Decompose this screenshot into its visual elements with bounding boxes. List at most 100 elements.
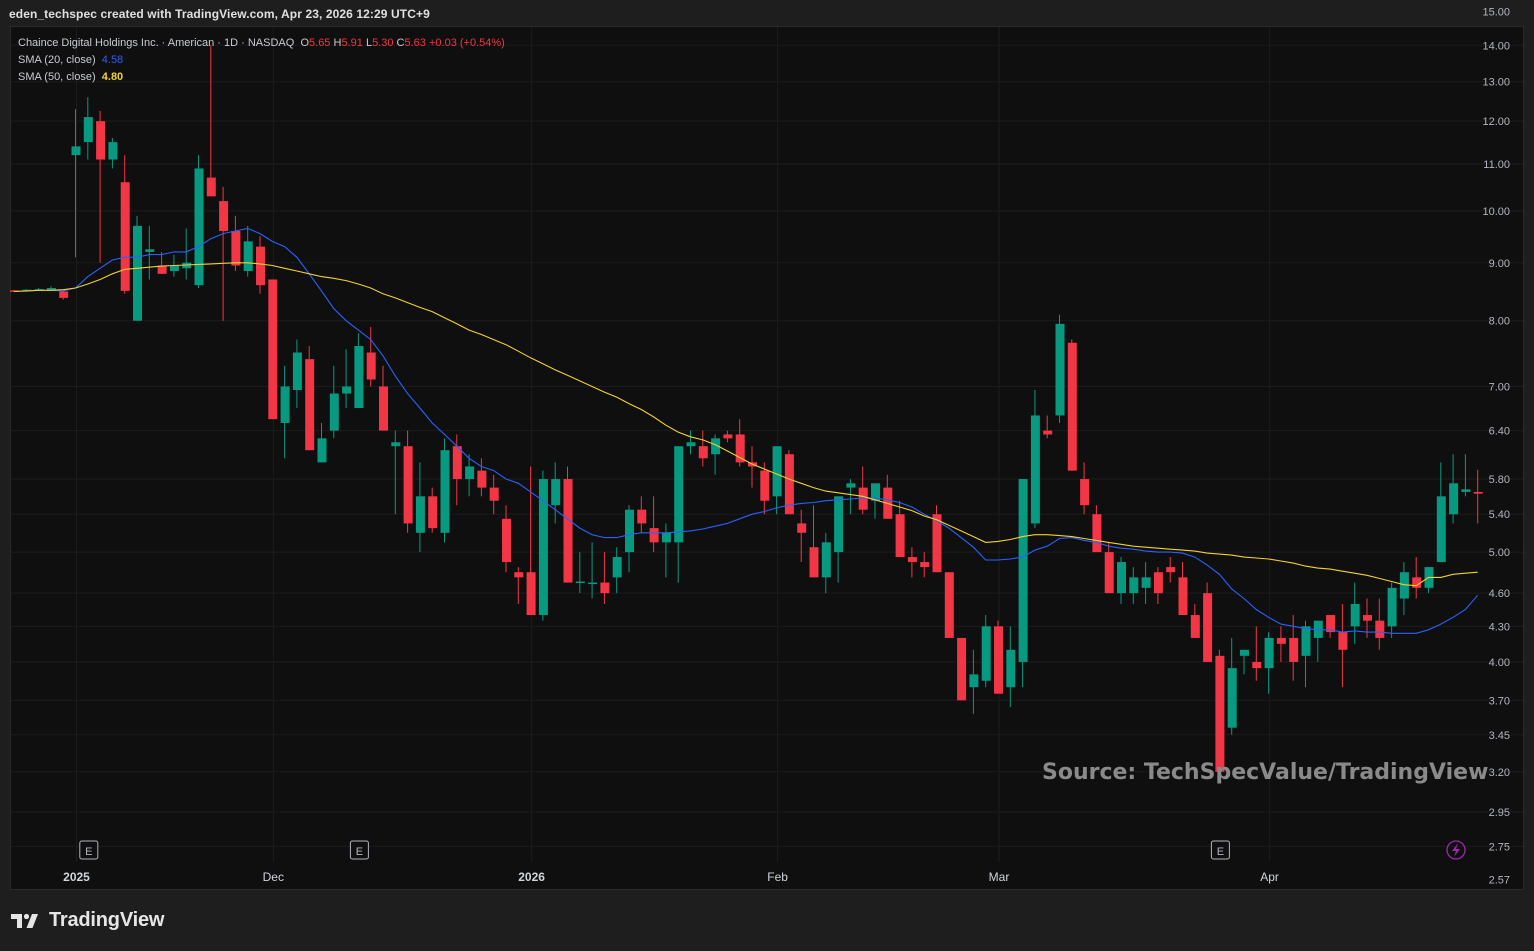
candle-body xyxy=(502,518,511,563)
candle-body xyxy=(661,532,671,543)
candle-body xyxy=(797,523,807,533)
candle-body xyxy=(1104,552,1114,594)
candle-body xyxy=(686,442,696,447)
candle-body xyxy=(649,528,659,543)
candle-body xyxy=(96,121,106,160)
y-tick-label: 2.57 xyxy=(1489,875,1510,887)
candle-body xyxy=(1264,637,1274,669)
candle-body xyxy=(1301,626,1311,656)
footer-bar xyxy=(0,890,1534,951)
open-label: O xyxy=(300,37,310,49)
candle-body xyxy=(83,117,93,143)
candle-body xyxy=(477,470,487,488)
y-tick-label: 6.40 xyxy=(1489,426,1510,438)
candle-body xyxy=(846,483,856,488)
legend-symbol-row: Chaince Digital Holdings Inc. · American… xyxy=(18,35,505,52)
candle-body xyxy=(280,386,290,423)
y-tick-label: 5.40 xyxy=(1489,509,1510,521)
x-tick-label: Apr xyxy=(1260,870,1279,884)
symbol-name[interactable]: Chaince Digital Holdings Inc. · American… xyxy=(18,37,294,49)
candle-body xyxy=(1018,479,1028,662)
candle-body xyxy=(145,249,155,252)
candle-body xyxy=(71,146,81,156)
candle-body xyxy=(169,265,179,272)
candle-body xyxy=(1363,615,1372,621)
candle-body xyxy=(1240,649,1249,656)
legend-sma50-row[interactable]: SMA (50, close) 4.80 xyxy=(18,69,505,86)
candle-body xyxy=(1080,479,1090,506)
candle-body xyxy=(1252,661,1262,669)
candle-body xyxy=(1006,649,1016,688)
candle-body xyxy=(268,279,278,420)
candle-body xyxy=(1030,415,1040,524)
tradingview-logo-icon xyxy=(11,913,38,928)
x-tick-label: Feb xyxy=(767,870,788,884)
candle-body xyxy=(1289,637,1299,662)
y-tick-label: 14.00 xyxy=(1482,40,1510,52)
candle-body xyxy=(108,142,118,160)
candle-body xyxy=(1153,572,1163,594)
y-tick-label: 11.00 xyxy=(1483,159,1510,171)
candle-body xyxy=(194,168,204,286)
candle-body xyxy=(1203,593,1213,662)
candle-body xyxy=(674,446,684,543)
candle-body xyxy=(206,177,216,197)
y-tick-label: 3.20 xyxy=(1489,767,1510,779)
candle-body xyxy=(981,626,991,681)
candle-body xyxy=(59,291,69,298)
sma50-label: SMA (50, close) xyxy=(18,71,96,83)
candle-body xyxy=(834,496,844,553)
candle-body xyxy=(379,386,388,431)
candle-body xyxy=(772,446,782,497)
y-tick-label: 5.00 xyxy=(1489,547,1510,559)
candle-body xyxy=(403,446,413,524)
sma20-value: 4.58 xyxy=(101,54,124,66)
candle-body xyxy=(415,496,425,533)
candle-body xyxy=(723,434,733,439)
y-tick-label: 12.00 xyxy=(1482,116,1510,128)
high-value: 5.91 xyxy=(341,37,363,49)
candle-body xyxy=(1338,632,1348,650)
candle-body xyxy=(1227,668,1237,728)
candlestick-chart[interactable]: 15.00 14.00 13.00 12.00 11.00 10.00 9.00 8.00 7.… xyxy=(0,0,1534,890)
legend-sma20-row[interactable]: SMA (20, close) 4.58 xyxy=(18,52,505,69)
candle-body xyxy=(588,582,598,585)
candle-body xyxy=(329,393,339,431)
source-watermark: Source: TechSpecValue/TradingView xyxy=(1042,760,1489,785)
sma50-line xyxy=(13,262,1478,587)
candle-body xyxy=(231,230,241,266)
candle-body xyxy=(452,446,462,480)
candle-body xyxy=(440,450,450,533)
candle-body xyxy=(1215,655,1225,772)
candle-body xyxy=(920,562,930,568)
open-value: 5.65 xyxy=(309,37,331,49)
low-value: 5.30 xyxy=(372,37,394,49)
y-tick-label: 2.95 xyxy=(1489,807,1510,819)
candle-body xyxy=(551,479,561,506)
earnings-label: E xyxy=(356,846,363,858)
candle-body xyxy=(305,359,315,451)
candle-body xyxy=(809,547,819,578)
candle-body xyxy=(1141,577,1151,588)
candle-body xyxy=(1043,430,1053,435)
candle-body xyxy=(957,637,967,701)
x-tick-label: Mar xyxy=(989,870,1010,884)
candle-body xyxy=(292,352,302,391)
candle-body xyxy=(1055,323,1065,416)
candle-body xyxy=(760,470,770,501)
candle-body xyxy=(1117,562,1126,594)
candle-body xyxy=(625,509,634,553)
candle-body xyxy=(317,438,327,463)
x-tick-label: Dec xyxy=(263,870,284,884)
y-tick-label: 8.00 xyxy=(1489,316,1510,328)
tradingview-logo[interactable]: TradingView xyxy=(11,909,164,932)
sma20-label: SMA (20, close) xyxy=(18,54,96,66)
candle-body xyxy=(120,182,130,291)
earnings-label: E xyxy=(1217,846,1224,858)
y-tick-label: 9.00 xyxy=(1489,258,1510,270)
y-tick-label: 15.00 xyxy=(1482,6,1510,18)
candle-body xyxy=(465,466,475,480)
candle-body xyxy=(944,572,954,638)
candle-body xyxy=(1129,577,1139,594)
candle-body xyxy=(575,581,585,584)
